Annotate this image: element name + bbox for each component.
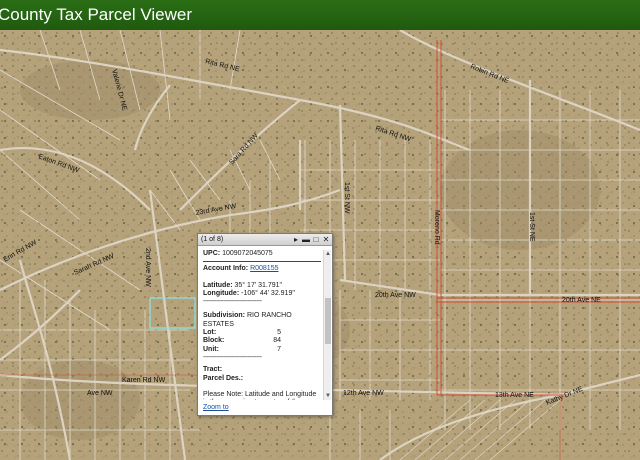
- lot-block-unit: Lot: 5 Block: 84 Unit: 7: [203, 329, 281, 353]
- tract-row: Tract:: [203, 366, 223, 374]
- dash-separator: --------------------------------: [203, 353, 262, 361]
- road-label: 20th Ave NE: [562, 297, 601, 304]
- road-label: Moreno Rd: [433, 210, 440, 245]
- scroll-thumb[interactable]: [325, 298, 331, 344]
- maximize-icon[interactable]: □: [312, 235, 320, 244]
- road-label: 2nd Ave NW: [144, 248, 151, 287]
- app-title: County Tax Parcel Viewer: [0, 5, 193, 24]
- minimize-icon[interactable]: ▬: [302, 235, 310, 244]
- close-icon[interactable]: ✕: [322, 235, 330, 244]
- popup-titlebar: (1 of 8) ▸ ▬ □ ✕: [198, 234, 332, 246]
- next-feature-icon[interactable]: ▸: [292, 235, 300, 244]
- popup-content[interactable]: UPC: 1009072045075 Account Info: R008155…: [203, 250, 322, 400]
- road-label: 1st St NW: [343, 182, 350, 214]
- road-label: Karen Rd NW: [122, 377, 166, 384]
- account-row: Account Info: R008155: [203, 265, 279, 273]
- coordinate-note: Please Note: Latitude and Longitude is t…: [203, 390, 317, 400]
- popup-scrollbar[interactable]: ▲ ▼: [323, 250, 331, 400]
- scroll-up-icon[interactable]: ▲: [324, 250, 332, 258]
- app-header: County Tax Parcel Viewer: [0, 0, 640, 30]
- parcel-info-popup: (1 of 8) ▸ ▬ □ ✕ UPC: 1009072045075 Acco…: [197, 233, 333, 416]
- upc-row: UPC: 1009072045075: [203, 250, 273, 257]
- subdivision-row: Subdivision: RIO RANCHO ESTATES: [203, 312, 292, 328]
- dash-separator: --------------------------------: [203, 298, 262, 306]
- road-label: 20th Ave NW: [375, 292, 416, 299]
- scroll-down-icon[interactable]: ▼: [324, 392, 332, 400]
- road-label: 13th Ave NE: [495, 392, 534, 399]
- latitude-row: Latitude: 35° 17' 31.791": [203, 281, 283, 289]
- account-link[interactable]: R008155: [250, 265, 278, 272]
- parcel-des-row: Parcel Des.:: [203, 374, 244, 382]
- zoom-to-link[interactable]: Zoom to: [203, 404, 229, 411]
- road-label: Ave NW: [87, 390, 113, 397]
- road-label: 1st St NE: [528, 212, 535, 242]
- road-label: 12th Ave NW: [343, 390, 384, 397]
- popup-counter: (1 of 8): [201, 236, 224, 243]
- divider: [203, 261, 321, 263]
- longitude-row: Longitude: -106° 44' 32.919": [203, 289, 295, 297]
